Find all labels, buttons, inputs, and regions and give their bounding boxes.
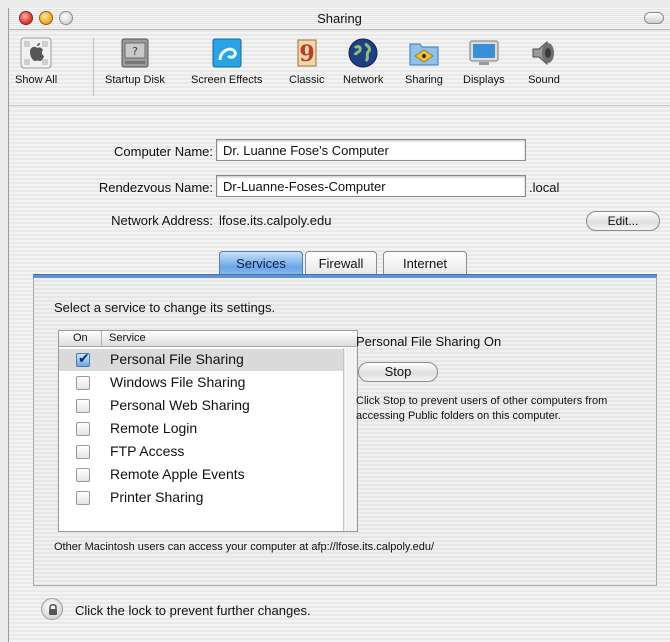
services-list: On Service Personal File Sharing Windows…: [58, 330, 358, 532]
toolbar-label: Displays: [463, 74, 505, 86]
apple-grid-icon: [20, 37, 52, 69]
toolbar-sharing[interactable]: Sharing: [405, 36, 443, 86]
title-bar: Sharing: [9, 8, 670, 30]
lock-text: Click the lock to prevent further change…: [75, 603, 311, 618]
toolbar: Show All ? Startup Disk Screen Effects 9: [9, 30, 670, 106]
stop-button[interactable]: Stop: [358, 362, 438, 382]
service-name: Printer Sharing: [110, 489, 204, 505]
computer-name-field[interactable]: Dr. Luanne Fose's Computer: [216, 139, 526, 161]
window-title: Sharing: [317, 11, 362, 26]
network-address-label: Network Address:: [111, 213, 213, 228]
list-item[interactable]: Windows File Sharing: [59, 372, 343, 394]
toolbar-label: Classic: [289, 74, 325, 86]
toolbar-sound[interactable]: Sound: [527, 36, 561, 86]
svg-text:?: ?: [132, 45, 138, 58]
rendezvous-name-label: Rendezvous Name:: [98, 180, 213, 195]
toolbar-label: Show All: [15, 74, 58, 86]
list-item[interactable]: Printer Sharing: [59, 487, 343, 509]
service-name: Remote Login: [110, 420, 198, 436]
column-service-header[interactable]: Service: [109, 332, 146, 344]
service-name: Personal File Sharing: [110, 351, 244, 367]
list-item[interactable]: Personal File Sharing: [59, 349, 343, 371]
service-name: Windows File Sharing: [110, 374, 246, 390]
display-icon: [469, 40, 499, 65]
edit-button[interactable]: Edit...: [586, 211, 660, 231]
computer-name-label: Computer Name:: [114, 144, 213, 159]
toolbar-label: Screen Effects: [191, 74, 263, 86]
speaker-icon: [532, 40, 554, 66]
list-item[interactable]: FTP Access: [59, 441, 343, 463]
service-checkbox[interactable]: [76, 399, 90, 413]
classic-9-icon: 9: [297, 39, 317, 67]
network-address-value: lfose.its.calpoly.edu: [219, 213, 332, 228]
toolbar-network[interactable]: Network: [343, 36, 383, 86]
toolbar-displays[interactable]: Displays: [463, 36, 505, 86]
svg-text:9: 9: [299, 41, 314, 67]
services-panel: Select a service to change its settings.…: [33, 278, 657, 586]
toolbar-show-all[interactable]: Show All: [15, 36, 57, 86]
toolbar-label: Network: [343, 74, 384, 86]
toolbar-label: Sound: [528, 74, 560, 86]
screen-effects-icon: [212, 38, 242, 68]
service-checkbox[interactable]: [76, 350, 90, 367]
toolbar-startup-disk[interactable]: ? Startup Disk: [105, 36, 165, 86]
lock-icon: [49, 603, 57, 615]
column-on-header[interactable]: On: [73, 332, 88, 344]
sharing-window: Sharing Show All ? Startup Disk Screen E…: [8, 8, 670, 642]
column-divider: [101, 331, 102, 347]
service-name: FTP Access: [110, 443, 185, 459]
list-item[interactable]: Remote Login: [59, 418, 343, 440]
service-checkbox[interactable]: [76, 445, 90, 459]
list-item[interactable]: Remote Apple Events: [59, 464, 343, 486]
service-name: Personal Web Sharing: [110, 397, 250, 413]
toolbar-label: Startup Disk: [105, 74, 165, 86]
rendezvous-suffix: .local: [529, 180, 560, 195]
service-checkbox[interactable]: [76, 422, 90, 436]
toolbar-screen-effects[interactable]: Screen Effects: [191, 36, 262, 86]
service-name: Remote Apple Events: [110, 466, 245, 482]
toolbar-classic[interactable]: 9 Classic: [289, 36, 324, 86]
hard-disk-icon: ?: [121, 38, 149, 68]
service-checkbox[interactable]: [76, 376, 90, 390]
toolbar-label: Sharing: [405, 74, 443, 86]
globe-icon: [348, 38, 378, 68]
service-status-title: Personal File Sharing On: [356, 334, 502, 349]
afp-address-note: Other Macintosh users can access your co…: [54, 541, 435, 553]
toolbar-toggle-button[interactable]: [644, 12, 664, 24]
service-status-description: Click Stop to prevent users of other com…: [356, 395, 608, 422]
lock-button[interactable]: [41, 598, 63, 620]
list-header: On Service: [59, 331, 357, 347]
service-checkbox[interactable]: [76, 468, 90, 482]
list-scrollbar[interactable]: [343, 348, 357, 531]
sharing-folder-icon: [409, 43, 439, 66]
list-item[interactable]: Personal Web Sharing: [59, 395, 343, 417]
toolbar-separator: [93, 38, 94, 96]
services-instruction: Select a service to change its settings.: [54, 300, 276, 315]
rendezvous-name-field[interactable]: Dr-Luanne-Foses-Computer: [216, 175, 526, 197]
service-checkbox[interactable]: [76, 491, 90, 505]
